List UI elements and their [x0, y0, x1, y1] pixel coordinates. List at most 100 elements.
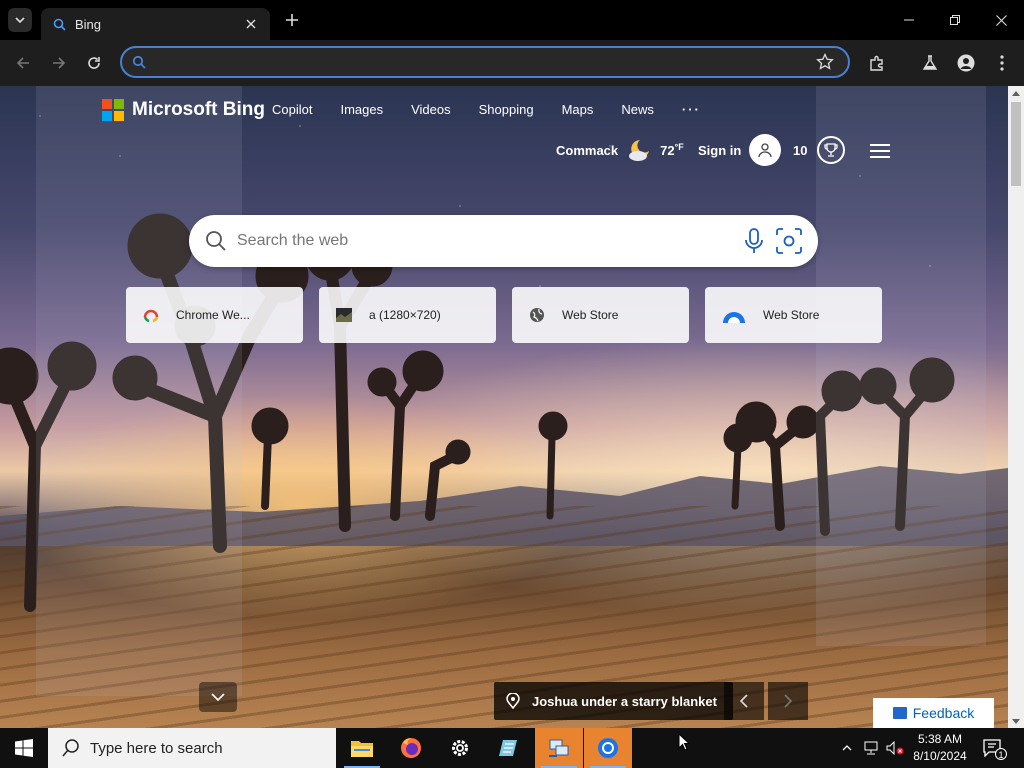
restore-icon	[950, 15, 960, 25]
page-scrollbar[interactable]	[1008, 86, 1024, 728]
minimize-button[interactable]	[894, 6, 924, 34]
settings-icon	[452, 740, 468, 756]
taskbar-search-box[interactable]: Type here to search	[48, 728, 336, 768]
taskbar-clock[interactable]: 5:38 AM 8/10/2024	[908, 731, 972, 765]
browser-tab-bing[interactable]: Bing	[41, 8, 270, 40]
moon-cloud-icon	[629, 140, 650, 161]
notepad-icon	[499, 740, 517, 756]
tab-search-button[interactable]	[8, 8, 32, 32]
profile-icon	[957, 54, 975, 72]
quick-link-label: Web Store	[562, 308, 619, 322]
nav-videos[interactable]: Videos	[411, 102, 451, 117]
taskbar-file-explorer[interactable]	[338, 728, 386, 768]
quick-link-tile[interactable]: Chrome We...	[126, 287, 303, 343]
rewards-button[interactable]: 10	[793, 134, 846, 166]
image-caption-button[interactable]: Joshua under a starry blanket	[494, 682, 733, 720]
address-bar[interactable]	[120, 46, 850, 78]
quick-link-label: Web Store	[763, 308, 820, 322]
reload-button[interactable]	[81, 50, 107, 76]
scroll-down-button[interactable]	[199, 682, 237, 712]
nav-more[interactable]: ···	[682, 102, 701, 117]
file-explorer-icon	[351, 741, 373, 757]
close-tab-icon[interactable]	[242, 15, 260, 33]
kebab-menu-icon	[1000, 55, 1004, 71]
sign-in-button[interactable]: Sign in	[698, 134, 782, 166]
arrow-right-icon	[53, 57, 66, 69]
bing-nav: Copilot Images Videos Shopping Maps News…	[272, 102, 729, 117]
volume-muted-icon	[886, 741, 904, 755]
bookmark-star-icon[interactable]	[816, 53, 834, 71]
puzzle-icon	[870, 55, 883, 71]
quick-link-tile[interactable]: a (1280×720)	[319, 287, 496, 343]
clock-time: 5:38 AM	[917, 732, 963, 746]
weather-widget[interactable]: Commack 72 °F	[556, 134, 684, 166]
rewards-count: 10	[793, 142, 808, 158]
globe-icon	[528, 306, 546, 324]
network-app-icon	[549, 739, 569, 757]
scroll-up-arrow-icon[interactable]	[1008, 86, 1024, 100]
bing-homepage: Microsoft Bing Copilot Images Videos Sho…	[0, 86, 1008, 728]
location-pin-icon	[506, 693, 520, 709]
flask-icon	[922, 55, 938, 70]
bing-logo[interactable]: Microsoft Bing	[102, 98, 265, 122]
labs-button[interactable]	[917, 50, 943, 76]
image-caption-text: Joshua under a starry blanket	[532, 693, 717, 709]
nav-shopping[interactable]: Shopping	[479, 102, 534, 117]
browser-menu-button[interactable]	[989, 50, 1015, 76]
search-icon	[62, 739, 79, 757]
sign-in-label: Sign in	[698, 142, 742, 158]
taskbar-network-app[interactable]	[535, 728, 583, 768]
forward-button[interactable]	[46, 50, 72, 76]
taskbar-chrome[interactable]	[584, 728, 632, 768]
feedback-label: Feedback	[912, 705, 975, 721]
chevron-right-icon	[784, 694, 792, 708]
visual-search-icon[interactable]	[776, 228, 802, 254]
arrow-left-icon	[16, 57, 29, 69]
address-input[interactable]	[158, 52, 798, 74]
taskbar-notepad[interactable]	[485, 728, 533, 768]
reload-icon	[88, 57, 100, 69]
search-input[interactable]	[237, 229, 717, 253]
hamburger-menu-icon[interactable]	[870, 144, 890, 158]
quick-link-tile[interactable]: Web Store	[705, 287, 882, 343]
windows-taskbar: Type here to search 5:38 AM 8/10/2024 1	[0, 728, 1024, 768]
nav-maps[interactable]: Maps	[562, 102, 594, 117]
feedback-button[interactable]: Feedback	[873, 698, 994, 728]
close-icon	[995, 14, 1007, 26]
microphone-icon[interactable]	[743, 228, 765, 254]
chevron-up-icon	[842, 745, 852, 751]
restore-button[interactable]	[940, 6, 970, 34]
next-image-button[interactable]	[768, 682, 808, 720]
nav-copilot[interactable]: Copilot	[272, 102, 312, 117]
scroll-down-arrow-icon[interactable]	[1008, 714, 1024, 728]
action-center-button[interactable]: 1	[978, 728, 1008, 768]
search-icon	[132, 55, 146, 69]
show-hidden-icons-button[interactable]	[838, 728, 856, 768]
bing-search-icon	[51, 16, 67, 32]
nav-news[interactable]: News	[621, 102, 654, 117]
profile-button[interactable]	[953, 50, 979, 76]
quick-link-tile[interactable]: Web Store	[512, 287, 689, 343]
back-button[interactable]	[10, 50, 36, 76]
web-store-icon	[721, 306, 747, 324]
start-button[interactable]	[0, 728, 48, 768]
chevron-left-icon	[740, 694, 748, 708]
network-tray-button[interactable]	[860, 728, 882, 768]
weather-unit: °F	[674, 142, 684, 152]
chrome-web-store-icon	[142, 306, 160, 324]
feedback-icon	[892, 707, 907, 719]
scrollbar-thumb[interactable]	[1011, 102, 1021, 186]
search-icon	[206, 231, 226, 251]
previous-image-button[interactable]	[724, 682, 764, 720]
taskbar-settings[interactable]	[436, 728, 484, 768]
network-icon	[864, 741, 878, 755]
taskbar-search-placeholder: Type here to search	[90, 739, 223, 757]
nav-images[interactable]: Images	[340, 102, 383, 117]
taskbar-firefox[interactable]	[387, 728, 435, 768]
close-window-button[interactable]	[986, 6, 1016, 34]
new-tab-button[interactable]	[282, 10, 302, 30]
extensions-button[interactable]	[864, 50, 890, 76]
notification-count: 1	[995, 748, 1007, 760]
volume-tray-button[interactable]	[884, 728, 906, 768]
minimize-icon	[904, 19, 914, 21]
